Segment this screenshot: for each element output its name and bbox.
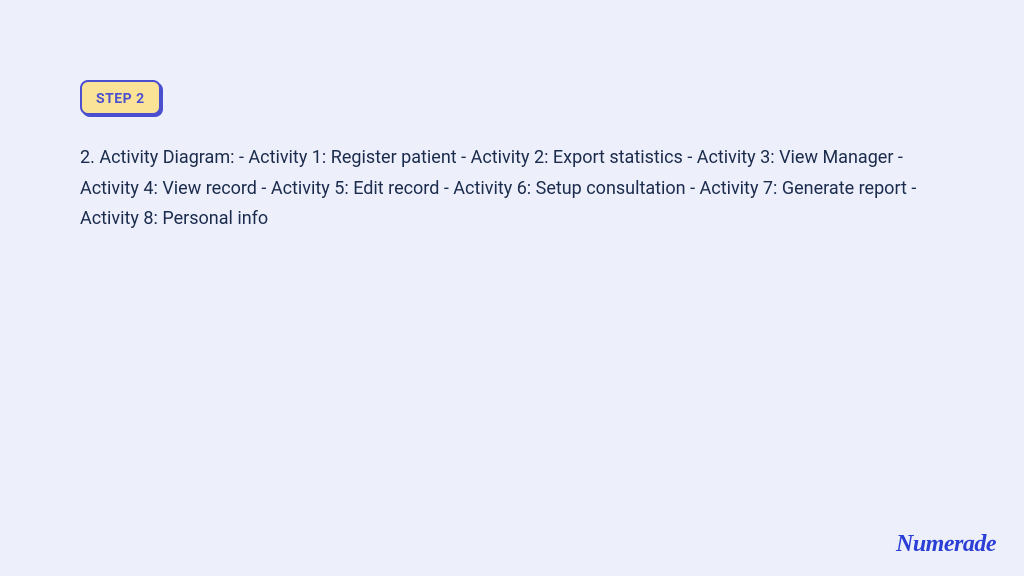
- body-text: 2. Activity Diagram: - Activity 1: Regis…: [80, 143, 944, 235]
- brand-logo: Numerade: [896, 531, 996, 558]
- step-badge-label: STEP 2: [96, 91, 145, 107]
- step-badge: STEP 2: [80, 80, 161, 115]
- slide-content: STEP 2 2. Activity Diagram: - Activity 1…: [0, 0, 1024, 235]
